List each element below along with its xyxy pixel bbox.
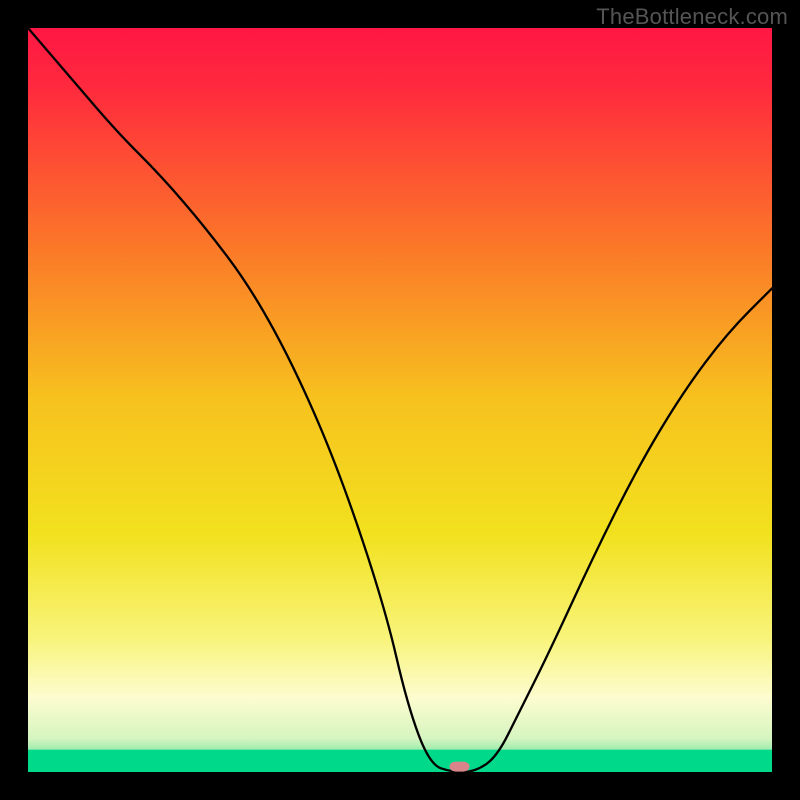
chart-svg (28, 28, 772, 772)
gradient-background (28, 28, 772, 772)
watermark-text: TheBottleneck.com (596, 4, 788, 30)
chart-frame: TheBottleneck.com (0, 0, 800, 800)
optimum-marker (450, 762, 470, 772)
plot-area (28, 28, 772, 772)
bottom-band (28, 750, 772, 772)
